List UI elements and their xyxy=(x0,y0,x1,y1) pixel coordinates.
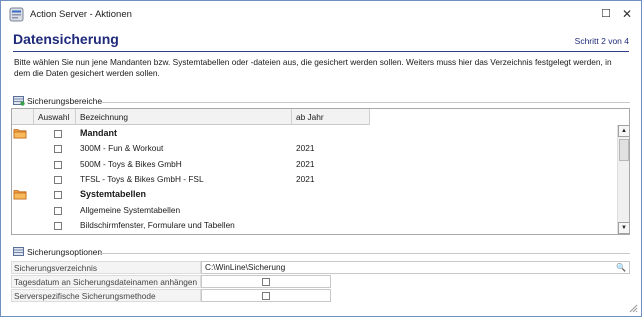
row-name: 500M - Toys & Bikes GmbH xyxy=(80,158,182,169)
grid-header: Auswahl Bezeichnung ab Jahr xyxy=(12,109,370,125)
selection-checkbox[interactable] xyxy=(54,206,62,215)
option-directory-row: Sicherungsverzeichnis C:\WinLine\Sicheru… xyxy=(11,261,630,274)
table-row[interactable]: 300M - Fun & Workout 2021 xyxy=(12,141,370,156)
title-bar: Action Server - Aktionen ☐ ✕ xyxy=(1,1,641,27)
row-year[interactable]: 2021 xyxy=(296,157,314,172)
server-method-field xyxy=(201,289,331,302)
search-icon[interactable]: 🔍 xyxy=(616,263,626,273)
column-header-selection[interactable]: Auswahl xyxy=(34,109,76,125)
backup-options-divider xyxy=(99,253,630,254)
scroll-thumb[interactable] xyxy=(619,139,629,161)
step-indicator: Schritt 2 von 4 xyxy=(574,36,629,46)
row-name: Systemtabellen xyxy=(80,189,147,200)
selection-checkbox[interactable] xyxy=(54,130,62,138)
backup-areas-divider xyxy=(101,102,630,103)
intro-text: Bitte wählen Sie nun jene Mandanten bzw.… xyxy=(14,57,612,78)
selection-checkbox[interactable] xyxy=(54,191,62,200)
backup-areas-title: Sicherungsbereiche xyxy=(27,96,103,106)
row-year[interactable]: 2021 xyxy=(296,141,314,156)
column-header-name[interactable]: Bezeichnung xyxy=(76,109,292,125)
row-name: TFSL - Toys & Bikes GmbH - FSL xyxy=(80,173,204,184)
server-method-checkbox[interactable] xyxy=(262,292,270,300)
table-row[interactable]: Allgemeine Systemtabellen xyxy=(12,203,370,218)
selection-checkbox[interactable] xyxy=(54,221,62,230)
folder-icon xyxy=(13,127,27,139)
grid-scrollbar[interactable]: ▲ ▼ xyxy=(617,125,629,234)
resize-grip-icon[interactable] xyxy=(628,303,638,313)
action-server-window: Action Server - Aktionen ☐ ✕ Datensicher… xyxy=(0,0,642,317)
backup-areas-grid: Auswahl Bezeichnung ab Jahr Mandant 300M … xyxy=(11,108,630,235)
page-title: Datensicherung xyxy=(13,31,119,47)
server-method-label: Serverspezifische Sicherungsmethode xyxy=(11,289,201,302)
directory-input[interactable]: C:\WinLine\Sicherung 🔍 xyxy=(201,261,630,274)
option-date-row: Tagesdatum an Sicherungsdateinamen anhän… xyxy=(11,275,630,288)
table-row[interactable]: Bildschirmfenster, Formulare und Tabelle… xyxy=(12,218,370,233)
row-name: Allgemeine Systemtabellen xyxy=(80,204,181,215)
row-name: Mandant xyxy=(80,128,117,138)
backup-options-icon xyxy=(13,247,24,256)
scroll-down-button[interactable]: ▼ xyxy=(618,222,629,234)
directory-label: Sicherungsverzeichnis xyxy=(11,261,201,274)
maximize-button[interactable]: ☐ xyxy=(597,6,615,22)
row-name: Bildschirmfenster, Formulare und Tabelle… xyxy=(80,219,235,230)
row-indicator-header xyxy=(12,109,34,125)
header-divider xyxy=(13,51,629,52)
action-server-icon xyxy=(9,7,24,22)
scroll-up-button[interactable]: ▲ xyxy=(618,125,629,137)
directory-value: C:\WinLine\Sicherung xyxy=(205,262,286,272)
append-date-field xyxy=(201,275,331,288)
selection-checkbox[interactable] xyxy=(54,160,62,169)
window-title: Action Server - Aktionen xyxy=(30,9,132,20)
table-row[interactable]: TFSL - Toys & Bikes GmbH - FSL 2021 xyxy=(12,172,370,187)
row-name: 300M - Fun & Workout xyxy=(80,143,164,154)
backup-options-title: Sicherungsoptionen xyxy=(27,247,103,257)
column-header-year[interactable]: ab Jahr xyxy=(292,109,370,125)
selection-checkbox[interactable] xyxy=(54,145,62,154)
append-date-label: Tagesdatum an Sicherungsdateinamen anhän… xyxy=(11,275,201,288)
option-method-row: Serverspezifische Sicherungsmethode xyxy=(11,289,630,302)
table-row[interactable]: Mandant xyxy=(12,126,370,141)
folder-icon xyxy=(13,188,27,200)
row-year[interactable]: 2021 xyxy=(296,172,314,187)
close-button[interactable]: ✕ xyxy=(618,6,636,22)
append-date-checkbox[interactable] xyxy=(262,278,270,286)
selection-checkbox[interactable] xyxy=(54,175,62,184)
table-row[interactable]: Systemtabellen xyxy=(12,187,370,202)
backup-areas-icon xyxy=(13,96,25,106)
table-row[interactable]: 500M - Toys & Bikes GmbH 2021 xyxy=(12,157,370,172)
